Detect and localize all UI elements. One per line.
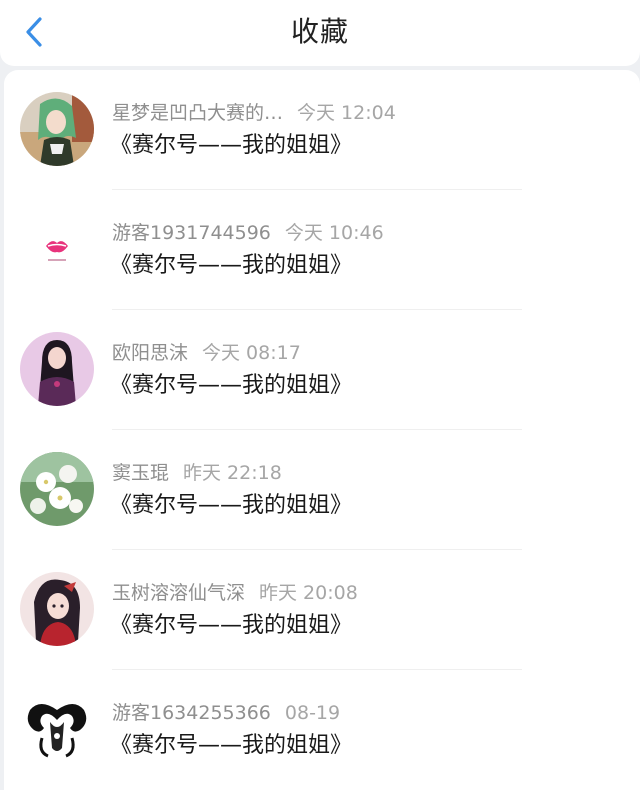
item-meta: 玉树溶溶仙气深 昨天 20:08 (112, 578, 358, 605)
username[interactable]: 游客1931744596 (112, 222, 271, 244)
item-meta: 游客1634255366 08-19 (112, 698, 340, 725)
favorites-list: 星梦是凹凸大赛的… 今天 12:04 《赛尔号——我的姐姐》 游客19317445… (4, 70, 640, 790)
item-title[interactable]: 《赛尔号——我的姐姐》 (110, 487, 352, 519)
avatar[interactable] (20, 452, 94, 526)
avatar[interactable] (20, 212, 94, 286)
item-title[interactable]: 《赛尔号——我的姐姐》 (110, 247, 352, 279)
timestamp: 昨天 20:08 (259, 582, 358, 604)
username[interactable]: 星梦是凹凸大赛的… (112, 102, 283, 124)
avatar[interactable] (20, 332, 94, 406)
list-item[interactable]: 星梦是凹凸大赛的… 今天 12:04 《赛尔号——我的姐姐》 (4, 70, 640, 190)
page-title: 收藏 (290, 15, 349, 48)
item-meta: 欧阳思沫 今天 08:17 (112, 338, 301, 365)
timestamp: 08-19 (284, 702, 341, 724)
timestamp: 今天 08:17 (202, 342, 301, 364)
item-meta: 星梦是凹凸大赛的… 今天 12:04 (112, 98, 396, 125)
item-title[interactable]: 《赛尔号——我的姐姐》 (110, 127, 352, 159)
item-title[interactable]: 《赛尔号——我的姐姐》 (110, 727, 352, 759)
avatar[interactable] (20, 692, 94, 766)
item-meta: 游客1931744596 今天 10:46 (112, 218, 384, 245)
list-item[interactable]: 游客1634255366 08-19 《赛尔号——我的姐姐》 (4, 670, 640, 790)
avatar[interactable] (20, 572, 94, 646)
timestamp: 昨天 22:18 (183, 462, 282, 484)
username[interactable]: 游客1634255366 (112, 702, 271, 724)
item-meta: 窦玉琨 昨天 22:18 (112, 458, 282, 485)
item-title[interactable]: 《赛尔号——我的姐姐》 (110, 367, 352, 399)
item-title[interactable]: 《赛尔号——我的姐姐》 (110, 607, 352, 639)
username[interactable]: 窦玉琨 (112, 462, 169, 484)
avatar[interactable] (20, 92, 94, 166)
top-bar: 收藏 (0, 0, 640, 66)
username[interactable]: 欧阳思沫 (112, 342, 188, 364)
timestamp: 今天 10:46 (284, 222, 384, 244)
list-item[interactable]: 玉树溶溶仙气深 昨天 20:08 《赛尔号——我的姐姐》 (4, 550, 640, 670)
username[interactable]: 玉树溶溶仙气深 (112, 582, 245, 604)
list-item[interactable]: 欧阳思沫 今天 08:17 《赛尔号——我的姐姐》 (4, 310, 640, 430)
timestamp: 今天 12:04 (297, 102, 396, 124)
list-item[interactable]: 游客1931744596 今天 10:46 《赛尔号——我的姐姐》 (4, 190, 640, 310)
list-item[interactable]: 窦玉琨 昨天 22:18 《赛尔号——我的姐姐》 (4, 430, 640, 550)
